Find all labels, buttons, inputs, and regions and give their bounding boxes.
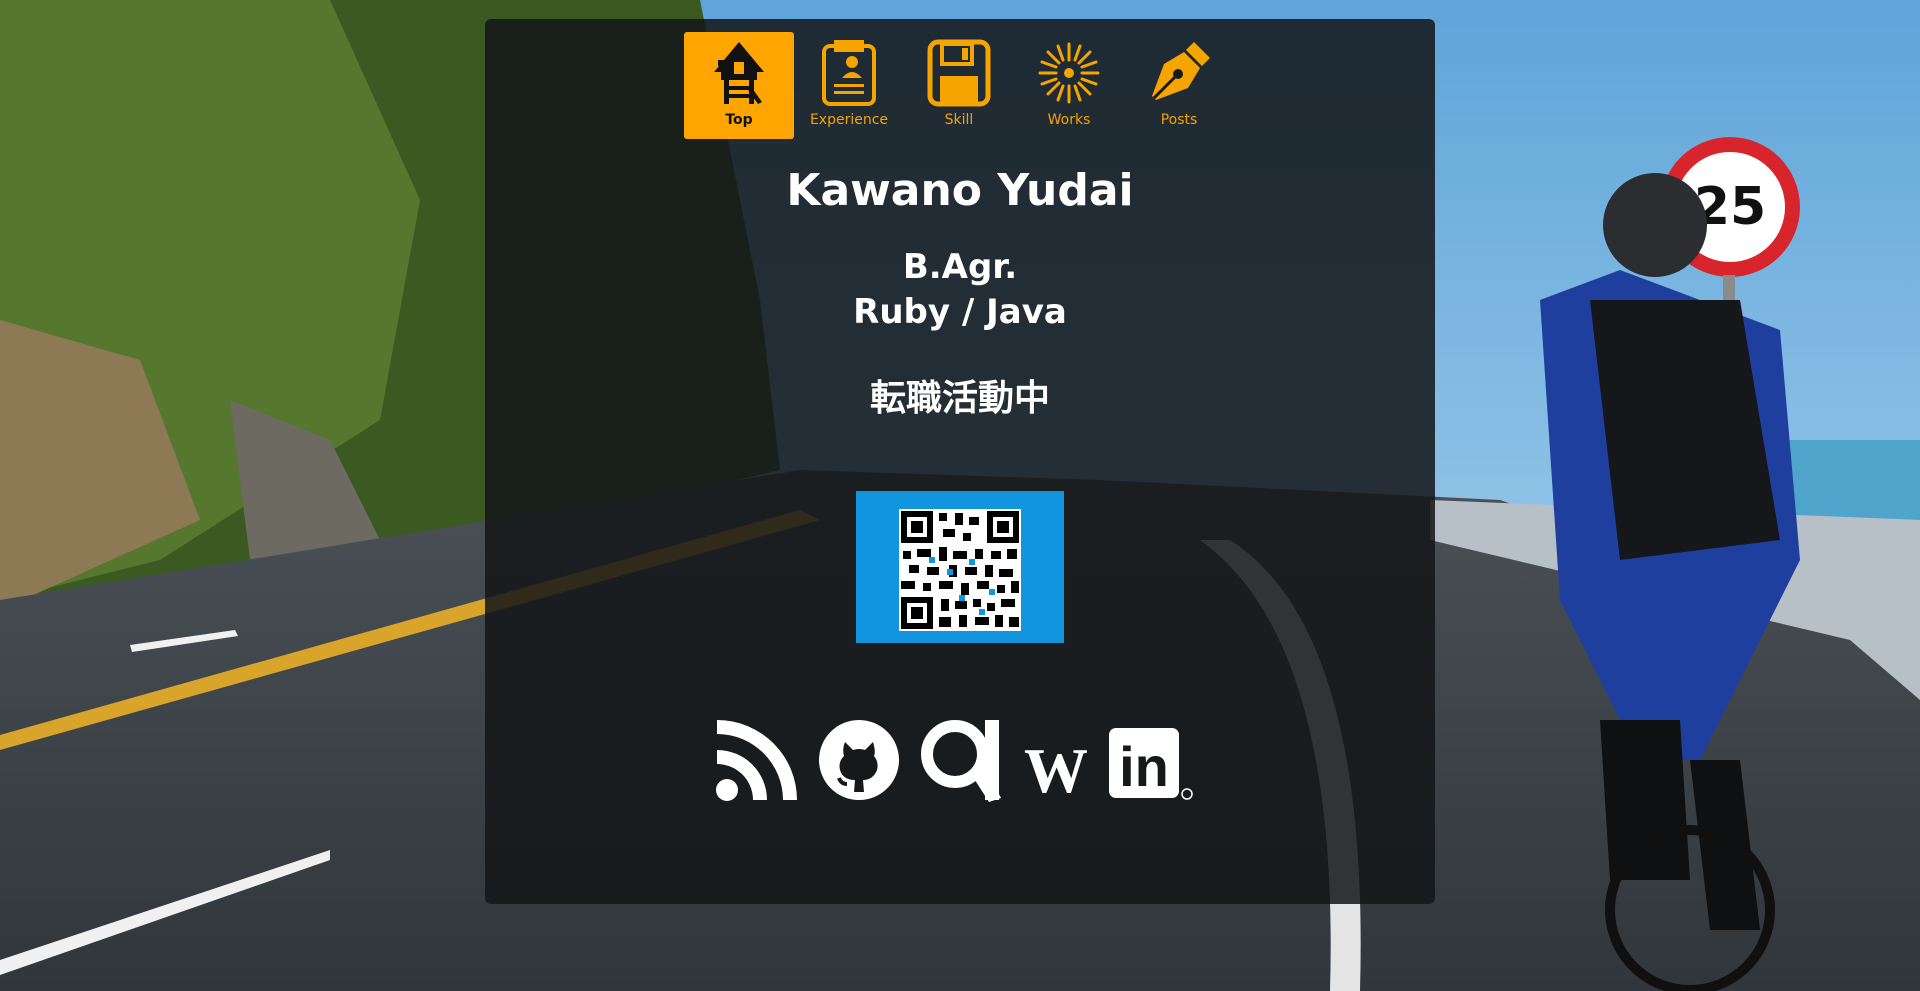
github-icon bbox=[819, 720, 899, 800]
fireworks-icon bbox=[1038, 42, 1100, 104]
nav-item-experience[interactable]: Experience bbox=[794, 32, 904, 139]
job-status: 転職活動中 bbox=[869, 378, 1050, 419]
floppy-disk-icon bbox=[927, 39, 991, 107]
qiita-search-icon bbox=[921, 720, 1001, 802]
wantedly-link[interactable]: W bbox=[1021, 732, 1091, 802]
github-link[interactable] bbox=[817, 718, 901, 802]
social-links: W in bbox=[715, 716, 1213, 802]
nav-item-works[interactable]: Works bbox=[1014, 32, 1124, 139]
nav-label-works: Works bbox=[1047, 112, 1091, 128]
linkedin-link[interactable]: in bbox=[1109, 728, 1195, 802]
rss-link[interactable] bbox=[715, 716, 799, 802]
linkedin-icon: in bbox=[1109, 728, 1193, 800]
nav-label-experience: Experience bbox=[809, 112, 889, 128]
nav-label-skill: Skill bbox=[944, 112, 974, 128]
nav-item-skill[interactable]: Skill bbox=[904, 32, 1014, 139]
profile-degree: B.Agr. bbox=[902, 247, 1018, 287]
nav-label-posts: Posts bbox=[1160, 112, 1198, 128]
profile-name: Kawano Yudai bbox=[786, 165, 1134, 216]
profile-card: Top Experience Skill Works Posts Kawano … bbox=[485, 19, 1435, 904]
resume-document-icon bbox=[822, 40, 876, 106]
wantedly-icon: W bbox=[1024, 735, 1088, 802]
wantedly-label: W bbox=[1024, 735, 1088, 802]
qr-code-box bbox=[856, 491, 1064, 643]
nav-label-top: Top bbox=[725, 112, 753, 128]
qiita-search-link[interactable] bbox=[919, 718, 1003, 802]
top-navigation: Top Experience Skill Works Posts bbox=[684, 32, 1234, 139]
linkedin-label: in bbox=[1119, 735, 1169, 798]
nav-item-top[interactable]: Top bbox=[684, 32, 794, 139]
house-icon bbox=[714, 42, 764, 104]
fountain-pen-icon bbox=[1152, 42, 1210, 100]
qr-code-icon bbox=[899, 509, 1021, 631]
nav-item-posts[interactable]: Posts bbox=[1124, 32, 1234, 139]
rss-feed-icon bbox=[716, 720, 797, 801]
profile-languages: Ruby / Java bbox=[853, 292, 1067, 332]
